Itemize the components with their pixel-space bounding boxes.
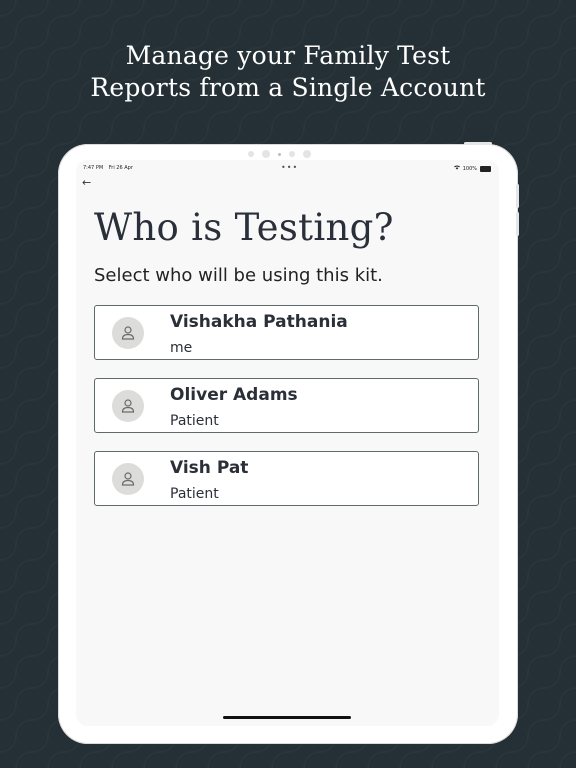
avatar — [112, 463, 144, 495]
person-icon — [121, 326, 135, 340]
member-role: Patient — [170, 486, 219, 502]
camera-flash-dot — [278, 152, 281, 156]
member-card-vishakha-pathania[interactable]: Vishakha Pathania me — [94, 305, 479, 360]
marketing-headline: Manage your Family Test Reports from a S… — [0, 40, 576, 104]
status-date: Fri 26 Apr — [108, 165, 133, 171]
tablet-volume-up-button — [516, 184, 519, 208]
avatar — [112, 390, 144, 422]
status-time: 7:47 PM — [83, 165, 104, 171]
camera-sensor-dot — [289, 151, 295, 157]
tablet-top-button — [464, 142, 492, 145]
camera-lens-dot — [303, 150, 311, 158]
status-right: 100% — [453, 165, 491, 172]
member-name: Vish Pat — [170, 458, 249, 478]
page-subtitle: Select who will be using this kit. — [94, 265, 383, 286]
tablet-frame: 7:47 PM Fri 26 Apr ••• 100% ← Who is Tes… — [58, 142, 519, 744]
battery-icon — [480, 165, 491, 172]
member-card-oliver-adams[interactable]: Oliver Adams Patient — [94, 378, 479, 433]
headline-line-1: Manage your Family Test — [125, 41, 451, 70]
tablet-volume-down-button — [516, 212, 519, 236]
status-left: 7:47 PM Fri 26 Apr — [83, 165, 133, 171]
status-bar: 7:47 PM Fri 26 Apr ••• 100% — [76, 163, 499, 174]
home-indicator[interactable] — [223, 716, 351, 719]
multitasking-dots[interactable]: ••• — [281, 163, 298, 172]
member-list: Vishakha Pathania me Oliver Adams Patien… — [94, 305, 479, 524]
app-screen: 7:47 PM Fri 26 Apr ••• 100% ← Who is Tes… — [76, 160, 499, 726]
camera-lens-dot — [262, 150, 270, 158]
back-arrow-icon[interactable]: ← — [82, 176, 91, 189]
member-role: me — [170, 340, 193, 356]
front-camera-array — [248, 150, 311, 158]
avatar — [112, 317, 144, 349]
member-name: Oliver Adams — [170, 385, 298, 405]
person-icon — [121, 399, 135, 413]
person-icon — [121, 472, 135, 486]
member-card-vish-pat[interactable]: Vish Pat Patient — [94, 451, 479, 506]
page-title: Who is Testing? — [94, 206, 394, 249]
member-role: Patient — [170, 413, 219, 429]
headline-line-2: Reports from a Single Account — [90, 73, 486, 102]
camera-sensor-dot — [248, 151, 254, 157]
battery-percentage: 100% — [462, 165, 477, 172]
wifi-icon — [453, 165, 460, 172]
member-name: Vishakha Pathania — [170, 312, 348, 332]
